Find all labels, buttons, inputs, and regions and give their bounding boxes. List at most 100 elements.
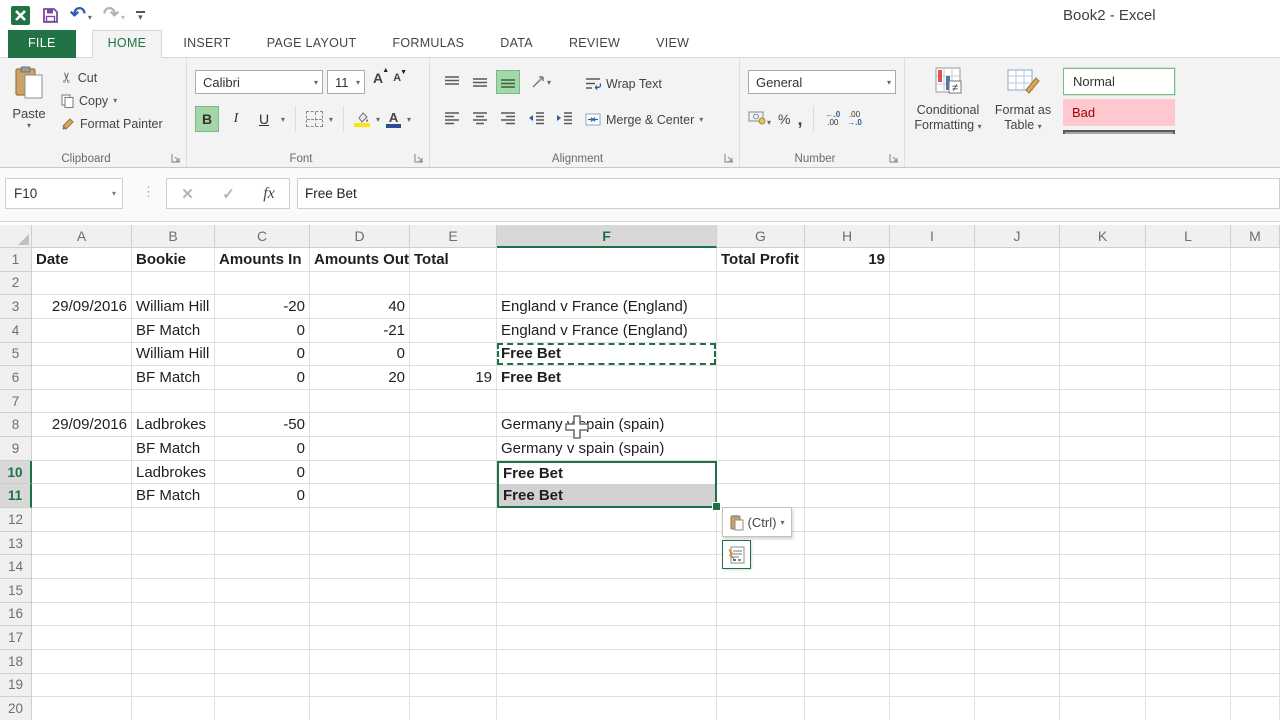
cell-K15[interactable]: [1060, 579, 1146, 603]
decrease-font-size-button[interactable]: A▼: [393, 72, 401, 84]
cell-G10[interactable]: [717, 461, 805, 485]
cell-B19[interactable]: [132, 674, 215, 698]
cell-D11[interactable]: [310, 484, 410, 508]
cell-I5[interactable]: [890, 343, 975, 367]
cell-C3[interactable]: -20: [215, 295, 310, 319]
cell-A16[interactable]: [32, 603, 132, 627]
align-bottom-button[interactable]: [496, 70, 520, 94]
format-painter-button[interactable]: Format Painter: [58, 112, 166, 135]
row-header-7[interactable]: 7: [0, 390, 32, 414]
cell-D12[interactable]: [310, 508, 410, 532]
cell-G16[interactable]: [717, 603, 805, 627]
cell-F3[interactable]: England v France (England): [497, 295, 717, 319]
cell-J18[interactable]: [975, 650, 1060, 674]
cell-D1[interactable]: Amounts Out: [310, 248, 410, 272]
cell-H9[interactable]: [805, 437, 890, 461]
cell-H5[interactable]: [805, 343, 890, 367]
cell-E5[interactable]: [410, 343, 497, 367]
cell-A14[interactable]: [32, 555, 132, 579]
cell-B18[interactable]: [132, 650, 215, 674]
cell-A2[interactable]: [32, 272, 132, 296]
cell-A18[interactable]: [32, 650, 132, 674]
copy-dropdown[interactable]: ▾: [113, 96, 117, 105]
cell-M15[interactable]: [1231, 579, 1280, 603]
cell-D17[interactable]: [310, 626, 410, 650]
redo-button[interactable]: ↷▾: [103, 5, 125, 25]
cell-E8[interactable]: [410, 413, 497, 437]
cell-F19[interactable]: [497, 674, 717, 698]
cell-C1[interactable]: Amounts In: [215, 248, 310, 272]
cell-F14[interactable]: [497, 555, 717, 579]
paste-button[interactable]: Paste ▾: [6, 66, 52, 158]
cell-B16[interactable]: [132, 603, 215, 627]
cell-E9[interactable]: [410, 437, 497, 461]
cell-F20[interactable]: [497, 697, 717, 720]
row-header-6[interactable]: 6: [0, 366, 32, 390]
cell-H18[interactable]: [805, 650, 890, 674]
cell-I7[interactable]: [890, 390, 975, 414]
increase-font-size-button[interactable]: A▲: [373, 70, 383, 86]
cell-I4[interactable]: [890, 319, 975, 343]
cell-E19[interactable]: [410, 674, 497, 698]
number-dialog-launcher[interactable]: [889, 153, 900, 164]
cell-M13[interactable]: [1231, 532, 1280, 556]
underline-button[interactable]: U: [253, 107, 275, 131]
alignment-dialog-launcher[interactable]: [724, 153, 735, 164]
cell-M6[interactable]: [1231, 366, 1280, 390]
undo-button[interactable]: ↶▾: [70, 5, 92, 25]
cell-B14[interactable]: [132, 555, 215, 579]
cell-C14[interactable]: [215, 555, 310, 579]
cell-K17[interactable]: [1060, 626, 1146, 650]
cell-D20[interactable]: [310, 697, 410, 720]
cell-B13[interactable]: [132, 532, 215, 556]
cell-F5[interactable]: Free Bet: [497, 343, 717, 367]
cell-A7[interactable]: [32, 390, 132, 414]
cell-F9[interactable]: Germany v spain (spain): [497, 437, 717, 461]
cell-C10[interactable]: 0: [215, 461, 310, 485]
cell-J13[interactable]: [975, 532, 1060, 556]
customize-qat-button[interactable]: ▾: [136, 11, 145, 20]
cell-I9[interactable]: [890, 437, 975, 461]
cell-G9[interactable]: [717, 437, 805, 461]
cell-M2[interactable]: [1231, 272, 1280, 296]
column-header-L[interactable]: L: [1146, 225, 1231, 248]
cell-M1[interactable]: [1231, 248, 1280, 272]
cell-B5[interactable]: William Hill: [132, 343, 215, 367]
name-box-dropdown[interactable]: ▾: [106, 189, 122, 198]
cell-E3[interactable]: [410, 295, 497, 319]
cell-K19[interactable]: [1060, 674, 1146, 698]
merge-center-button[interactable]: Merge & Center ▾: [582, 108, 706, 131]
cell-C7[interactable]: [215, 390, 310, 414]
cell-F6[interactable]: Free Bet: [497, 366, 717, 390]
cell-E17[interactable]: [410, 626, 497, 650]
cell-C16[interactable]: [215, 603, 310, 627]
cell-D6[interactable]: 20: [310, 366, 410, 390]
cell-G7[interactable]: [717, 390, 805, 414]
cell-J8[interactable]: [975, 413, 1060, 437]
cell-B15[interactable]: [132, 579, 215, 603]
align-left-button[interactable]: [440, 106, 464, 130]
cell-H15[interactable]: [805, 579, 890, 603]
cell-I12[interactable]: [890, 508, 975, 532]
cell-I2[interactable]: [890, 272, 975, 296]
cell-L2[interactable]: [1146, 272, 1231, 296]
percent-style-button[interactable]: %: [778, 111, 790, 127]
cell-J19[interactable]: [975, 674, 1060, 698]
cell-M11[interactable]: [1231, 484, 1280, 508]
cell-L14[interactable]: [1146, 555, 1231, 579]
cell-M18[interactable]: [1231, 650, 1280, 674]
cell-D16[interactable]: [310, 603, 410, 627]
row-header-16[interactable]: 16: [0, 603, 32, 627]
cell-B17[interactable]: [132, 626, 215, 650]
decrease-indent-button[interactable]: [524, 106, 548, 130]
paste-formatting-option[interactable]: [722, 540, 751, 569]
cell-K3[interactable]: [1060, 295, 1146, 319]
tab-data[interactable]: DATA: [485, 30, 548, 58]
accounting-format-button[interactable]: ▾: [748, 110, 771, 128]
cell-F4[interactable]: England v France (England): [497, 319, 717, 343]
cell-G18[interactable]: [717, 650, 805, 674]
cell-M9[interactable]: [1231, 437, 1280, 461]
cell-B3[interactable]: William Hill: [132, 295, 215, 319]
cell-F18[interactable]: [497, 650, 717, 674]
cell-J20[interactable]: [975, 697, 1060, 720]
